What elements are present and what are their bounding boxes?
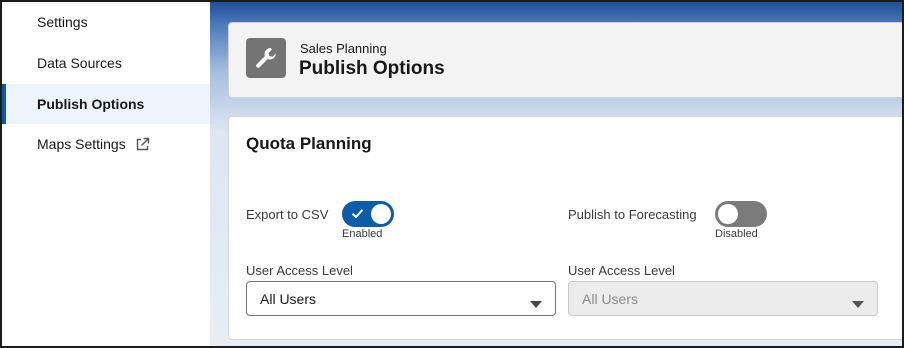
sidebar-item-publish-options[interactable]: Publish Options	[2, 84, 210, 124]
toggle-knob	[718, 204, 738, 224]
publish-forecasting-toggle[interactable]	[715, 201, 767, 227]
sidebar-item-label: Data Sources	[37, 55, 122, 71]
sidebar-item-label: Maps Settings	[37, 136, 126, 152]
sidebar-item-settings[interactable]: Settings	[2, 2, 210, 42]
wrench-icon	[246, 38, 286, 78]
external-link-icon	[135, 137, 150, 152]
section-title: Quota Planning	[246, 134, 372, 153]
sidebar-item-maps-settings[interactable]: Maps Settings	[2, 124, 210, 164]
checkmark-icon	[351, 207, 364, 225]
user-access-level-select-disabled: All Users	[568, 281, 878, 316]
user-access-level-label: User Access Level	[246, 263, 353, 278]
publish-forecasting-label: Publish to Forecasting	[568, 207, 697, 222]
header-subtitle: Sales Planning	[300, 41, 387, 56]
sidebar-item-data-sources[interactable]: Data Sources	[2, 43, 210, 83]
chevron-down-icon	[530, 296, 542, 312]
toggle-knob	[371, 204, 391, 224]
main-content: Sales Planning Publish Options Quota Pla…	[210, 2, 904, 346]
sidebar-item-label: Publish Options	[37, 96, 145, 112]
quota-planning-card: Quota Planning Export to CSV Enabled Pub…	[228, 116, 904, 340]
export-csv-toggle[interactable]	[342, 201, 394, 227]
page-title: Publish Options	[299, 58, 445, 79]
user-access-level-select[interactable]: All Users	[246, 281, 556, 316]
publish-forecasting-state: Disabled	[715, 228, 758, 240]
sidebar: Settings Data Sources Publish Options Ma…	[2, 2, 210, 346]
export-csv-state: Enabled	[342, 228, 383, 240]
user-access-level-label-disabled: User Access Level	[568, 263, 675, 278]
sidebar-item-label: Settings	[37, 14, 88, 30]
chevron-down-icon	[852, 296, 864, 312]
select-value: All Users	[260, 290, 317, 307]
export-csv-label: Export to CSV	[246, 207, 329, 222]
page-header: Sales Planning Publish Options	[228, 22, 904, 98]
select-value: All Users	[582, 290, 639, 307]
